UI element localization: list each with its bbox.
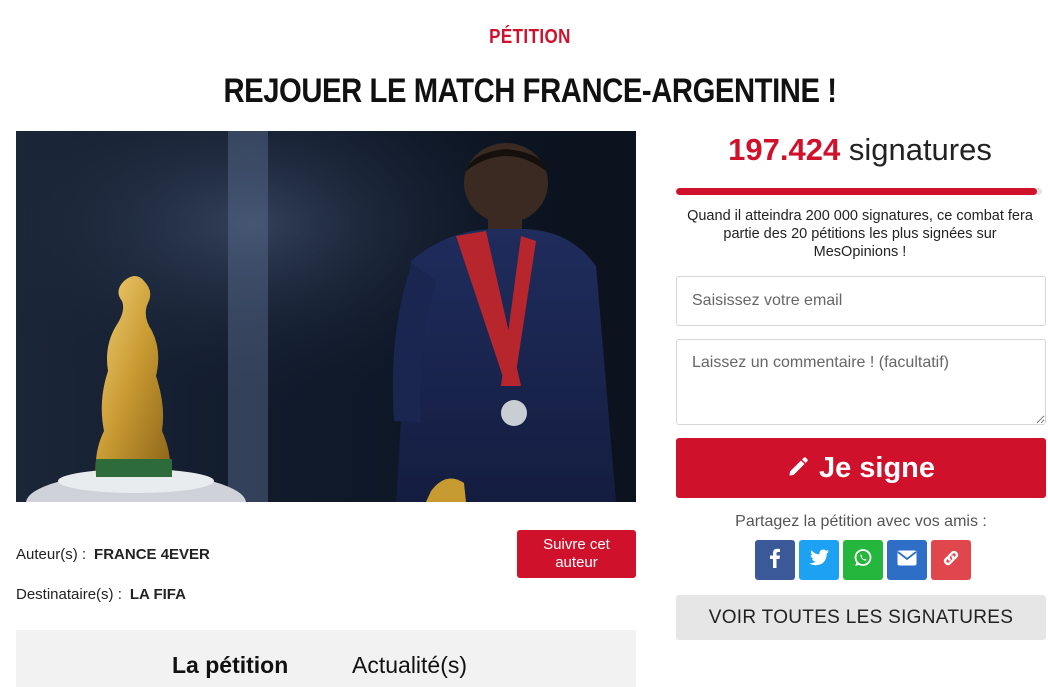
author-name[interactable]: FRANCE 4EVER xyxy=(94,546,210,563)
share-text: Partagez la pétition avec vos amis : xyxy=(735,513,987,530)
signature-progress-fill xyxy=(676,188,1038,195)
share-whatsapp-button[interactable] xyxy=(843,540,883,580)
facebook-icon xyxy=(766,548,784,573)
signature-count-value: 197.424 xyxy=(728,132,841,167)
view-all-signatures-button[interactable]: VOIR TOUTES LES SIGNATURES xyxy=(676,595,1046,640)
recipient-name: LA FIFA xyxy=(129,586,186,603)
petition-photo xyxy=(16,131,636,502)
tab-news[interactable]: Actualité(s) xyxy=(352,652,467,679)
whatsapp-icon xyxy=(853,548,873,573)
sign-button[interactable]: Je signe xyxy=(676,438,1046,498)
recipient-row: Destinataire(s) : LA FIFA xyxy=(16,586,186,603)
twitter-icon xyxy=(808,549,830,572)
goal-text: Quand il atteindra 200 000 signatures, c… xyxy=(687,208,1033,260)
author-label: Auteur(s) : xyxy=(16,546,87,563)
share-email-button[interactable] xyxy=(887,540,927,580)
signature-count: 197.424 signatures xyxy=(676,132,1044,168)
petition-tabs: La pétition Actualité(s) xyxy=(16,630,636,687)
share-buttons xyxy=(755,540,971,580)
author-row: Auteur(s) : FRANCE 4EVER xyxy=(16,546,210,563)
signature-progress-bar xyxy=(676,188,1042,195)
share-twitter-button[interactable] xyxy=(799,540,839,580)
pencil-icon xyxy=(787,456,809,481)
comment-field[interactable] xyxy=(676,339,1046,425)
recipient-label: Destinataire(s) : xyxy=(16,586,122,603)
share-facebook-button[interactable] xyxy=(755,540,795,580)
sign-button-label: Je signe xyxy=(818,451,936,484)
page-title: REJOUER LE MATCH FRANCE-ARGENTINE ! xyxy=(223,72,837,110)
share-link-button[interactable] xyxy=(931,540,971,580)
page-kicker: PÉTITION xyxy=(489,26,571,48)
mail-icon xyxy=(897,550,917,571)
petition-image xyxy=(16,131,636,502)
follow-author-button[interactable]: Suivre cet auteur xyxy=(517,530,636,578)
signature-count-label: signatures xyxy=(848,132,992,167)
email-field[interactable] xyxy=(676,276,1046,326)
link-icon xyxy=(941,548,961,573)
tab-petition[interactable]: La pétition xyxy=(172,652,288,679)
